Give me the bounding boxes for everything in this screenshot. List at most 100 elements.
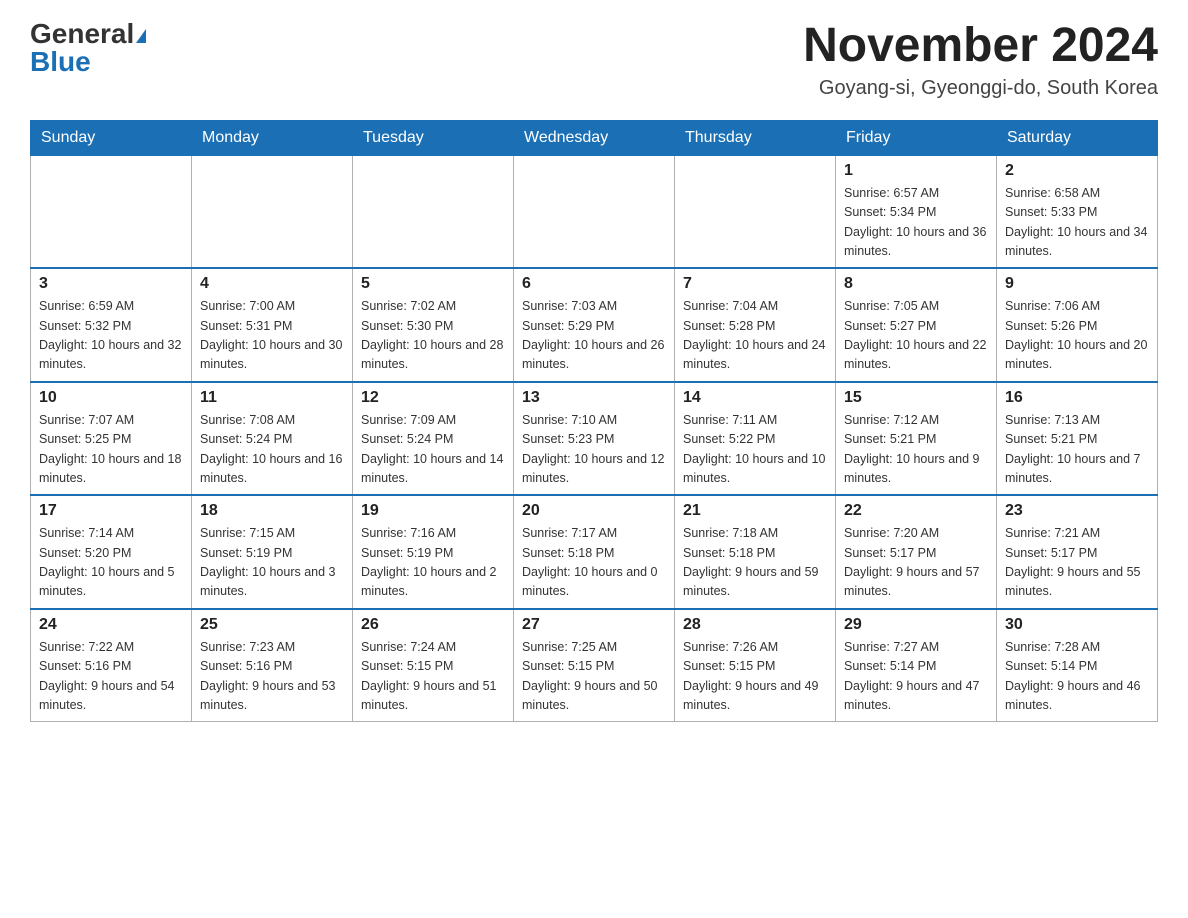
calendar-day-cell: 18Sunrise: 7:15 AM Sunset: 5:19 PM Dayli… bbox=[192, 495, 353, 609]
day-info: Sunrise: 6:59 AM Sunset: 5:32 PM Dayligh… bbox=[39, 297, 183, 375]
day-info: Sunrise: 7:11 AM Sunset: 5:22 PM Dayligh… bbox=[683, 411, 827, 489]
calendar-day-cell: 29Sunrise: 7:27 AM Sunset: 5:14 PM Dayli… bbox=[836, 609, 997, 722]
day-info: Sunrise: 7:05 AM Sunset: 5:27 PM Dayligh… bbox=[844, 297, 988, 375]
calendar-week-row: 24 Sunrise: 7:22 AM Sunset: 5:16 PM Dayli… bbox=[31, 609, 1158, 722]
calendar-week-row: 3Sunrise: 6:59 AM Sunset: 5:32 PM Daylig… bbox=[31, 268, 1158, 382]
location-title: Goyang-si, Gyeonggi-do, South Korea bbox=[803, 77, 1158, 100]
logo-general: General bbox=[30, 18, 134, 49]
day-number: 10 bbox=[39, 389, 183, 407]
day-number: 6 bbox=[522, 275, 666, 293]
calendar-day-cell: 3Sunrise: 6:59 AM Sunset: 5:32 PM Daylig… bbox=[31, 268, 192, 382]
day-number: 19 bbox=[361, 502, 505, 520]
day-number: 26 bbox=[361, 616, 505, 634]
day-info: Sunrise: 7:14 AM Sunset: 5:20 PM Dayligh… bbox=[39, 524, 183, 602]
month-title: November 2024 bbox=[803, 20, 1158, 73]
day-info: Sunrise: 6:58 AM Sunset: 5:33 PM Dayligh… bbox=[1005, 184, 1149, 262]
calendar-day-header: Saturday bbox=[997, 120, 1158, 155]
calendar-day-cell: 20 Sunrise: 7:17 AM Sunset: 5:18 PM Dayli… bbox=[514, 495, 675, 609]
calendar-week-row: 17 Sunrise: 7:14 AM Sunset: 5:20 PM Dayli… bbox=[31, 495, 1158, 609]
calendar-table: SundayMondayTuesdayWednesdayThursdayFrid… bbox=[30, 120, 1158, 723]
day-info: Sunrise: 7:21 AM Sunset: 5:17 PM Dayligh… bbox=[1005, 524, 1149, 602]
calendar-week-row: 10 Sunrise: 7:07 AM Sunset: 5:25 PM Dayli… bbox=[31, 382, 1158, 496]
day-info: Sunrise: 7:04 AM Sunset: 5:28 PM Dayligh… bbox=[683, 297, 827, 375]
calendar-day-cell: 5Sunrise: 7:02 AM Sunset: 5:30 PM Daylig… bbox=[353, 268, 514, 382]
title-area: November 2024 Goyang-si, Gyeonggi-do, So… bbox=[803, 20, 1158, 100]
day-number: 9 bbox=[1005, 275, 1149, 293]
day-number: 7 bbox=[683, 275, 827, 293]
calendar-day-cell: 16Sunrise: 7:13 AM Sunset: 5:21 PM Dayli… bbox=[997, 382, 1158, 496]
day-info: Sunrise: 7:10 AM Sunset: 5:23 PM Dayligh… bbox=[522, 411, 666, 489]
calendar-day-cell: 2Sunrise: 6:58 AM Sunset: 5:33 PM Daylig… bbox=[997, 155, 1158, 268]
calendar-day-cell: 25 Sunrise: 7:23 AM Sunset: 5:16 PM Dayli… bbox=[192, 609, 353, 722]
day-number: 30 bbox=[1005, 616, 1149, 634]
day-info: Sunrise: 7:20 AM Sunset: 5:17 PM Dayligh… bbox=[844, 524, 988, 602]
day-number: 14 bbox=[683, 389, 827, 407]
calendar-day-cell: 12 Sunrise: 7:09 AM Sunset: 5:24 PM Dayli… bbox=[353, 382, 514, 496]
logo: General Blue bbox=[30, 20, 146, 76]
calendar-day-cell: 30 Sunrise: 7:28 AM Sunset: 5:14 PM Dayli… bbox=[997, 609, 1158, 722]
day-number: 4 bbox=[200, 275, 344, 293]
day-info: Sunrise: 7:00 AM Sunset: 5:31 PM Dayligh… bbox=[200, 297, 344, 375]
day-number: 24 bbox=[39, 616, 183, 634]
day-number: 11 bbox=[200, 389, 344, 407]
calendar-day-cell bbox=[514, 155, 675, 268]
day-info: Sunrise: 7:18 AM Sunset: 5:18 PM Dayligh… bbox=[683, 524, 827, 602]
day-info: Sunrise: 7:16 AM Sunset: 5:19 PM Dayligh… bbox=[361, 524, 505, 602]
calendar-day-cell: 24 Sunrise: 7:22 AM Sunset: 5:16 PM Dayli… bbox=[31, 609, 192, 722]
calendar-day-cell: 27Sunrise: 7:25 AM Sunset: 5:15 PM Dayli… bbox=[514, 609, 675, 722]
calendar-day-header: Tuesday bbox=[353, 120, 514, 155]
logo-blue: Blue bbox=[30, 46, 91, 77]
day-info: Sunrise: 7:08 AM Sunset: 5:24 PM Dayligh… bbox=[200, 411, 344, 489]
calendar-day-header: Friday bbox=[836, 120, 997, 155]
day-number: 25 bbox=[200, 616, 344, 634]
day-number: 21 bbox=[683, 502, 827, 520]
day-number: 18 bbox=[200, 502, 344, 520]
day-info: Sunrise: 7:09 AM Sunset: 5:24 PM Dayligh… bbox=[361, 411, 505, 489]
calendar-day-cell: 28 Sunrise: 7:26 AM Sunset: 5:15 PM Dayli… bbox=[675, 609, 836, 722]
day-info: Sunrise: 7:28 AM Sunset: 5:14 PM Dayligh… bbox=[1005, 638, 1149, 716]
day-info: Sunrise: 7:24 AM Sunset: 5:15 PM Dayligh… bbox=[361, 638, 505, 716]
day-info: Sunrise: 7:13 AM Sunset: 5:21 PM Dayligh… bbox=[1005, 411, 1149, 489]
calendar-day-cell: 26 Sunrise: 7:24 AM Sunset: 5:15 PM Dayli… bbox=[353, 609, 514, 722]
day-info: Sunrise: 7:07 AM Sunset: 5:25 PM Dayligh… bbox=[39, 411, 183, 489]
day-number: 28 bbox=[683, 616, 827, 634]
day-number: 13 bbox=[522, 389, 666, 407]
calendar-day-cell: 17 Sunrise: 7:14 AM Sunset: 5:20 PM Dayli… bbox=[31, 495, 192, 609]
calendar-day-cell: 15 Sunrise: 7:12 AM Sunset: 5:21 PM Dayli… bbox=[836, 382, 997, 496]
calendar-day-cell: 10 Sunrise: 7:07 AM Sunset: 5:25 PM Dayli… bbox=[31, 382, 192, 496]
day-info: Sunrise: 7:06 AM Sunset: 5:26 PM Dayligh… bbox=[1005, 297, 1149, 375]
day-number: 12 bbox=[361, 389, 505, 407]
calendar-day-cell: 22 Sunrise: 7:20 AM Sunset: 5:17 PM Dayli… bbox=[836, 495, 997, 609]
calendar-day-cell: 4 Sunrise: 7:00 AM Sunset: 5:31 PM Daylig… bbox=[192, 268, 353, 382]
calendar-day-cell: 9 Sunrise: 7:06 AM Sunset: 5:26 PM Daylig… bbox=[997, 268, 1158, 382]
calendar-day-cell: 14 Sunrise: 7:11 AM Sunset: 5:22 PM Dayli… bbox=[675, 382, 836, 496]
calendar-week-row: 1 Sunrise: 6:57 AM Sunset: 5:34 PM Daylig… bbox=[31, 155, 1158, 268]
day-number: 20 bbox=[522, 502, 666, 520]
calendar-day-header: Monday bbox=[192, 120, 353, 155]
day-number: 27 bbox=[522, 616, 666, 634]
calendar-day-cell: 6Sunrise: 7:03 AM Sunset: 5:29 PM Daylig… bbox=[514, 268, 675, 382]
day-info: Sunrise: 6:57 AM Sunset: 5:34 PM Dayligh… bbox=[844, 184, 988, 262]
calendar-day-cell: 11 Sunrise: 7:08 AM Sunset: 5:24 PM Dayli… bbox=[192, 382, 353, 496]
calendar-day-header: Wednesday bbox=[514, 120, 675, 155]
day-number: 17 bbox=[39, 502, 183, 520]
page-header: General Blue November 2024 Goyang-si, Gy… bbox=[30, 20, 1158, 100]
calendar-day-cell bbox=[192, 155, 353, 268]
day-info: Sunrise: 7:27 AM Sunset: 5:14 PM Dayligh… bbox=[844, 638, 988, 716]
calendar-day-cell bbox=[31, 155, 192, 268]
day-number: 15 bbox=[844, 389, 988, 407]
day-info: Sunrise: 7:23 AM Sunset: 5:16 PM Dayligh… bbox=[200, 638, 344, 716]
day-number: 5 bbox=[361, 275, 505, 293]
calendar-day-cell: 13 Sunrise: 7:10 AM Sunset: 5:23 PM Dayli… bbox=[514, 382, 675, 496]
day-info: Sunrise: 7:17 AM Sunset: 5:18 PM Dayligh… bbox=[522, 524, 666, 602]
calendar-day-cell: 7 Sunrise: 7:04 AM Sunset: 5:28 PM Daylig… bbox=[675, 268, 836, 382]
day-number: 1 bbox=[844, 162, 988, 180]
calendar-day-cell: 21 Sunrise: 7:18 AM Sunset: 5:18 PM Dayli… bbox=[675, 495, 836, 609]
day-info: Sunrise: 7:22 AM Sunset: 5:16 PM Dayligh… bbox=[39, 638, 183, 716]
day-info: Sunrise: 7:26 AM Sunset: 5:15 PM Dayligh… bbox=[683, 638, 827, 716]
calendar-header-row: SundayMondayTuesdayWednesdayThursdayFrid… bbox=[31, 120, 1158, 155]
day-number: 22 bbox=[844, 502, 988, 520]
calendar-day-cell bbox=[675, 155, 836, 268]
day-info: Sunrise: 7:12 AM Sunset: 5:21 PM Dayligh… bbox=[844, 411, 988, 489]
calendar-day-cell: 19 Sunrise: 7:16 AM Sunset: 5:19 PM Dayli… bbox=[353, 495, 514, 609]
